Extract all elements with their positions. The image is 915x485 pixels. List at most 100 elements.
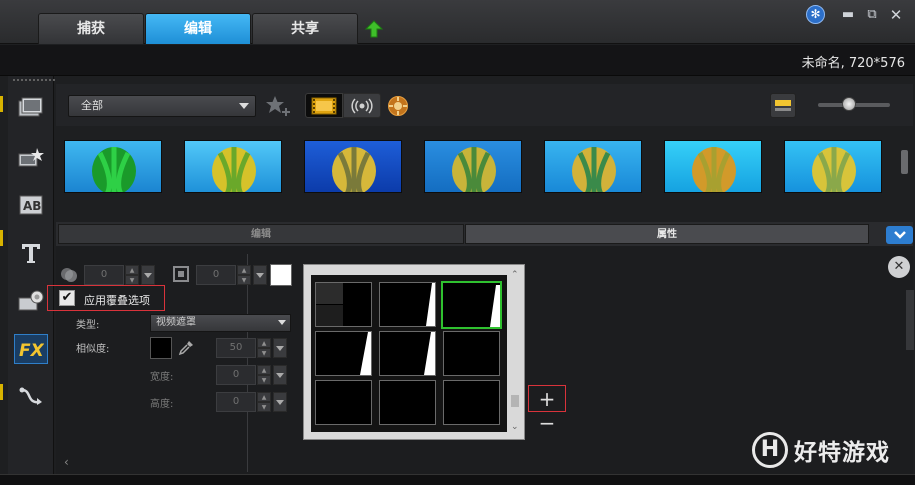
balloon-image [665,141,761,192]
upload-icon[interactable] [364,20,384,38]
width-stepper[interactable]: ▲ ▼ [257,365,271,385]
balloon-image [785,141,881,192]
height-label: 高度: [150,399,174,410]
width-field[interactable]: 0 [216,365,256,385]
similarity-color-swatch[interactable] [150,337,172,359]
filter-thumbnail-1[interactable] [64,140,162,193]
svg-text:FX: FX [19,341,44,360]
width-dropdown[interactable] [273,365,287,385]
panel-marker [0,230,3,246]
show-video-filter-button[interactable] [305,93,343,118]
border-icon [172,265,190,283]
transparency-icon [60,265,78,283]
chevron-left-icon[interactable]: ‹ [64,455,69,469]
library-scrollbar[interactable] [898,128,912,196]
watermark: H 好特游戏 [752,432,890,468]
tab-edit-options[interactable]: 编辑 [58,224,464,244]
close-window-icon[interactable]: ✕ [888,7,904,23]
apply-overlay-label: 应用覆叠选项 [84,294,150,307]
remove-mask-button[interactable]: − [536,413,558,434]
mask-scrollbar[interactable]: ⌃ ⌄ [509,270,523,436]
chevron-down-icon[interactable]: ⌄ [511,422,519,432]
filter-thumbnail-6[interactable] [664,140,762,193]
height-field[interactable]: 0 [216,392,256,412]
tab-attributes[interactable]: 属性 [465,224,869,244]
add-to-library-icon[interactable] [264,93,294,118]
height-stepper[interactable]: ▲ ▼ [257,392,271,412]
type-dropdown[interactable]: 视频遮罩 [150,314,291,332]
mask-thumbnail-selected[interactable] [441,281,502,329]
width-label: 宽度: [150,372,174,383]
mask-thumbnail[interactable] [379,331,436,376]
type-value: 视频遮罩 [156,317,196,328]
filter-thumbnail-5[interactable] [544,140,642,193]
category-dropdown[interactable]: 全部 [68,95,256,117]
project-title: 未命名, 720*576 [801,56,905,71]
watermark-text: 好特游戏 [794,440,890,466]
tab-edit[interactable]: 编辑 [145,13,251,44]
svg-text:AB: AB [23,199,41,213]
title-icon[interactable] [14,238,48,268]
project-bar [0,45,915,76]
library-toolbar [8,76,54,474]
collapse-options-icon[interactable] [886,226,913,244]
filter-thumbnail-3[interactable] [304,140,402,193]
help-icon[interactable]: ✻ [806,5,825,24]
balloon-image [65,141,161,192]
mask-thumbnail[interactable] [315,282,372,327]
transparency-stepper[interactable]: ▲ ▼ [125,265,139,285]
transition-icon[interactable]: AB [14,190,48,220]
balloon-image [185,141,281,192]
divider [247,254,248,472]
filter-options-icon[interactable] [386,93,410,118]
slider-handle[interactable] [842,97,856,111]
close-options-icon[interactable]: ✕ [888,256,910,278]
tab-share[interactable]: 共享 [252,13,358,44]
border-dropdown[interactable] [253,265,267,285]
border-color-swatch[interactable] [270,264,292,286]
panel-marker [0,96,3,112]
balloon-image [425,141,521,192]
eyedropper-icon[interactable] [178,340,194,356]
mask-thumbnail[interactable] [315,331,372,376]
height-dropdown[interactable] [273,392,287,412]
similarity-dropdown[interactable] [273,338,287,358]
transparency-dropdown[interactable] [141,265,155,285]
filter-thumbnail-2[interactable] [184,140,282,193]
watermark-logo: H [752,432,788,468]
options-scrollbar[interactable] [906,290,914,350]
show-audio-filter-button[interactable] [343,93,381,118]
type-label: 类型: [76,320,100,331]
chevron-up-icon[interactable]: ⌃ [511,270,519,280]
mask-thumbnail[interactable] [379,380,436,425]
apply-overlay-checkbox[interactable]: ✔ [59,290,75,306]
mask-thumbnail[interactable] [443,331,500,376]
restore-icon[interactable]: ⧉ [864,7,880,23]
similarity-label: 相似度: [76,344,110,355]
balloon-image [545,141,641,192]
border-field[interactable]: 0 [196,265,236,285]
view-thumbnail-icon[interactable] [770,93,796,118]
tab-capture[interactable]: 捕获 [38,13,144,44]
chevron-down-icon [278,320,286,325]
add-mask-button[interactable]: + [536,388,558,410]
filter-thumbnail-7[interactable] [784,140,882,193]
media-library-icon[interactable] [14,92,48,122]
similarity-stepper[interactable]: ▲ ▼ [257,338,271,358]
drag-grip[interactable] [12,78,56,83]
similarity-field[interactable]: 50 [216,338,256,358]
path-icon[interactable] [14,382,48,412]
chevron-down-icon [239,103,249,109]
minimize-icon[interactable]: ▬ [840,7,856,23]
transparency-field[interactable]: 0 [84,265,124,285]
mask-thumbnail[interactable] [379,282,436,327]
fx-filter-icon[interactable]: FX [14,334,48,364]
bottom-bar [0,474,915,485]
graphic-icon[interactable] [14,286,48,316]
category-value: 全部 [81,99,103,112]
filter-thumbnail-4[interactable] [424,140,522,193]
mask-thumbnail[interactable] [315,380,372,425]
instant-project-icon[interactable] [14,142,48,172]
mask-thumbnail[interactable] [443,380,500,425]
border-stepper[interactable]: ▲ ▼ [237,265,251,285]
